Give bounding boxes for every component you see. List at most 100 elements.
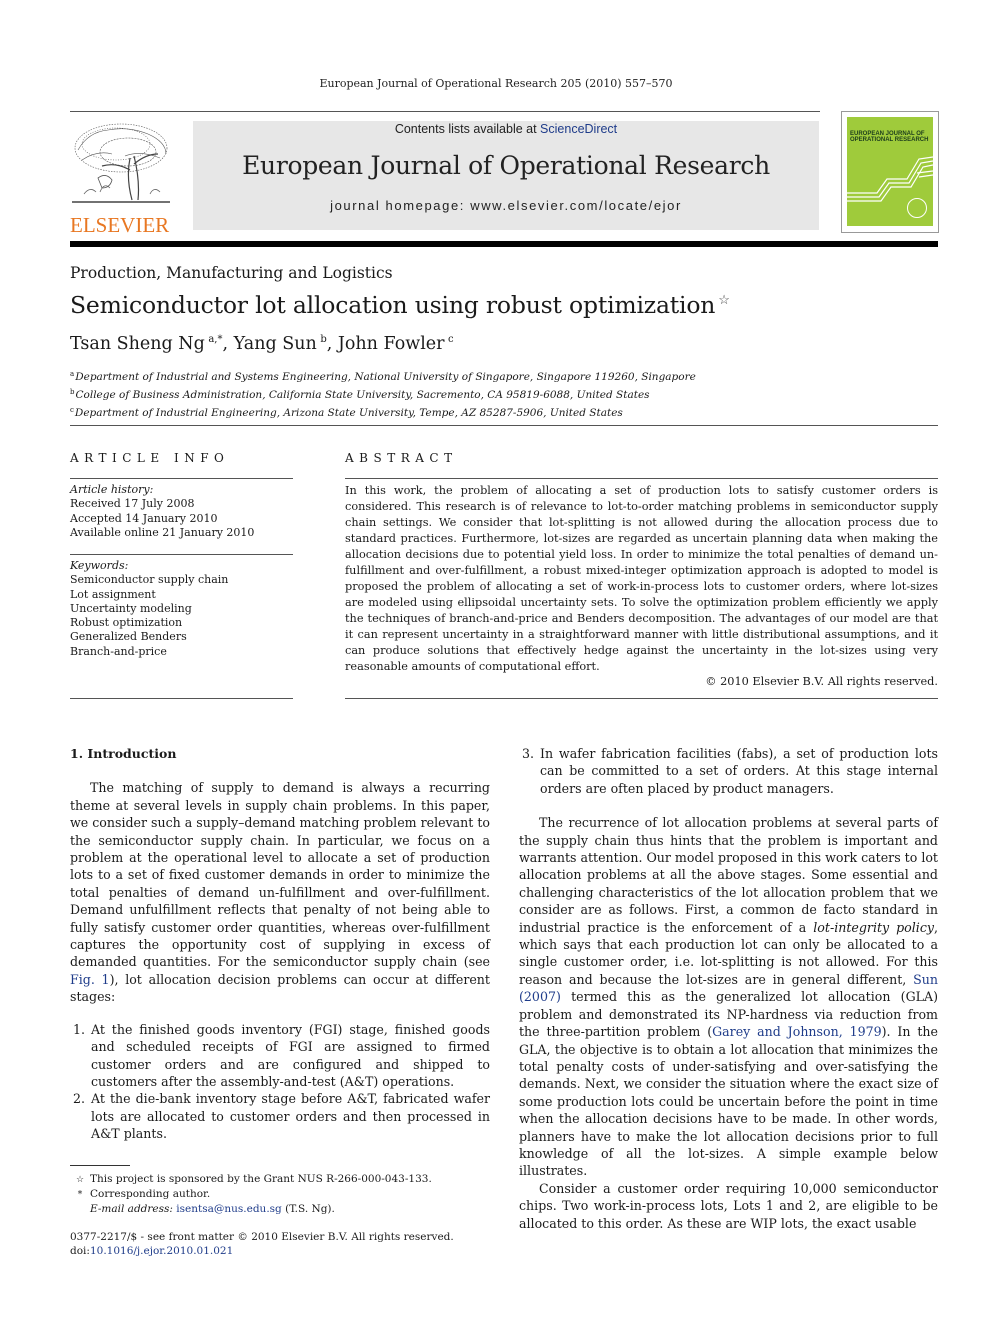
- divider: [70, 425, 938, 426]
- email-link[interactable]: isentsa@nus.edu.sg: [176, 1203, 282, 1215]
- divider: [345, 698, 938, 699]
- divider: [70, 478, 293, 479]
- email-label: E-mail address:: [90, 1203, 173, 1215]
- journal-masthead: Contents lists available at ScienceDirec…: [193, 121, 819, 230]
- doi-link[interactable]: 10.1016/j.ejor.2010.01.021: [90, 1245, 233, 1257]
- cover-art: EUROPEAN JOURNAL OF OPERATIONAL RESEARCH: [847, 117, 933, 226]
- footnote-text: Corresponding author.: [90, 1188, 211, 1200]
- contents-prefix: Contents lists available at: [394, 122, 541, 136]
- contents-line: Contents lists available at ScienceDirec…: [193, 121, 819, 136]
- keywords-label: Keywords:: [70, 559, 129, 572]
- elsevier-wordmark: ELSEVIER: [70, 213, 170, 237]
- footnotes: ☆ This project is sponsored by the Grant …: [70, 1172, 432, 1216]
- divider: [70, 698, 293, 699]
- author[interactable]: Tsan Sheng Ng a,*: [70, 334, 222, 354]
- footnote: * Corresponding author.: [70, 1187, 432, 1202]
- author-affil-mark: a,*: [208, 334, 223, 345]
- paragraph-text: The matching of supply to demand is alwa…: [70, 780, 490, 970]
- homepage-url[interactable]: www.elsevier.com/locate/ejor: [470, 198, 682, 213]
- article-history: Article history: Received 17 July 2008 A…: [70, 483, 254, 540]
- author-separator: ,: [326, 334, 338, 354]
- abstract-text: In this work, the problem of allocating …: [345, 484, 938, 673]
- list-number: 1.: [73, 1021, 86, 1037]
- journal-section: Production, Manufacturing and Logistics: [70, 264, 393, 282]
- journal-title: European Journal of Operational Research: [242, 151, 770, 180]
- author-separator: ,: [222, 334, 234, 354]
- keyword: Uncertainty modeling: [70, 601, 192, 615]
- footnote: ☆ This project is sponsored by the Grant …: [70, 1172, 432, 1187]
- emphasis: lot-integrity policy: [813, 919, 934, 935]
- keyword: Lot assignment: [70, 587, 156, 601]
- list-item: 3. In wafer fabrication facilities (fabs)…: [519, 745, 938, 797]
- euro-badge-icon: [907, 198, 927, 218]
- affiliation-mark: b: [70, 388, 75, 396]
- journal-homepage: journal homepage: www.elsevier.com/locat…: [193, 198, 819, 213]
- footnote-asterisk-icon: *: [77, 1190, 83, 1200]
- footnote-email: E-mail address: isentsa@nus.edu.sg (T.S.…: [70, 1202, 432, 1216]
- cover-title-line2: OPERATIONAL RESEARCH: [850, 137, 929, 143]
- author-name: John Fowler: [337, 334, 445, 354]
- affiliation-text: Department of Industrial Engineering, Ar…: [74, 407, 623, 419]
- paragraph-text: ). In the GLA, the objective is to obtai…: [519, 1024, 938, 1179]
- list-item: 2. At the die-bank inventory stage before…: [70, 1090, 490, 1142]
- author-name: Yang Sun: [233, 334, 317, 354]
- affiliation-text: College of Business Administration, Cali…: [75, 389, 650, 401]
- doi-label: doi:: [70, 1245, 90, 1257]
- abstract-heading: ABSTRACT: [345, 451, 458, 465]
- keyword: Robust optimization: [70, 616, 183, 630]
- affiliation: bCollege of Business Administration, Cal…: [70, 385, 696, 403]
- keyword: Branch-and-price: [70, 644, 167, 658]
- history-item: Accepted 14 January 2010: [70, 511, 218, 525]
- sciencedirect-link[interactable]: ScienceDirect: [540, 122, 617, 136]
- paragraph-text: ), lot allocation decision problems can …: [70, 971, 490, 1005]
- running-head: European Journal of Operational Research…: [319, 77, 673, 90]
- author-list: Tsan Sheng Ng a,*, Yang Sun b, John Fowl…: [70, 334, 454, 354]
- issn-line: 0377-2217/$ - see front matter © 2010 El…: [70, 1231, 454, 1243]
- article-title-text: Semiconductor lot allocation using robus…: [70, 291, 716, 319]
- footnote-text: This project is sponsored by the Grant N…: [90, 1173, 432, 1185]
- list-item-text: At the finished goods inventory (FGI) st…: [91, 1021, 490, 1089]
- section-heading: 1. Introduction: [70, 746, 177, 761]
- footnote-star-icon: ☆: [75, 1175, 85, 1185]
- history-label: Article history:: [70, 483, 154, 496]
- author-name: Tsan Sheng Ng: [70, 334, 205, 354]
- elsevier-tree-icon: [72, 123, 170, 203]
- article-info-heading: ARTICLE INFO: [70, 451, 230, 465]
- history-item: Available online 21 January 2010: [70, 525, 255, 539]
- header-top-rule: [70, 111, 820, 112]
- affiliation: cDepartment of Industrial Engineering, A…: [70, 403, 696, 421]
- paragraph: The recurrence of lot allocation problem…: [519, 814, 938, 1180]
- divider: [345, 478, 938, 479]
- stage-list: 1. At the finished goods inventory (FGI) …: [70, 1021, 490, 1143]
- keyword: Generalized Benders: [70, 630, 187, 644]
- paragraph: The matching of supply to demand is alwa…: [70, 779, 490, 1005]
- abstract-copyright: © 2010 Elsevier B.V. All rights reserved…: [705, 675, 938, 688]
- author[interactable]: John Fowler c: [338, 334, 454, 354]
- divider: [70, 554, 293, 555]
- list-item-text: In wafer fabrication facilities (fabs), …: [540, 746, 938, 796]
- list-number: 3.: [522, 746, 535, 761]
- cover-title: EUROPEAN JOURNAL OF OPERATIONAL RESEARCH: [850, 131, 928, 143]
- author[interactable]: Yang Sun b: [234, 334, 327, 354]
- title-footnote-star-icon[interactable]: ☆: [718, 293, 730, 308]
- email-suffix: (T.S. Ng).: [281, 1203, 335, 1215]
- doi-line: doi:10.1016/j.ejor.2010.01.021: [70, 1244, 454, 1258]
- issn-doi-block: 0377-2217/$ - see front matter © 2010 El…: [70, 1230, 454, 1258]
- figure-link[interactable]: Fig. 1: [70, 972, 110, 987]
- body-column-left: 1. Introduction The matching of supply t…: [70, 745, 490, 1143]
- footnote-rule: [70, 1165, 130, 1166]
- affiliation-text: Department of Industrial and Systems Eng…: [75, 371, 696, 383]
- article-title: Semiconductor lot allocation using robus…: [70, 291, 730, 319]
- citation-link[interactable]: Garey and Johnson, 1979: [712, 1024, 882, 1039]
- keyword: Semiconductor supply chain: [70, 573, 229, 587]
- journal-cover-thumbnail[interactable]: EUROPEAN JOURNAL OF OPERATIONAL RESEARCH: [841, 111, 939, 233]
- body-column-right: 3. In wafer fabrication facilities (fabs)…: [519, 745, 938, 1232]
- keywords: Keywords: Semiconductor supply chain Lot…: [70, 559, 228, 659]
- list-number: 2.: [73, 1091, 86, 1107]
- affiliation: aDepartment of Industrial and Systems En…: [70, 367, 696, 385]
- list-item: 1. At the finished goods inventory (FGI) …: [70, 1021, 490, 1091]
- affiliation-mark: c: [70, 406, 74, 414]
- header-bottom-rule: [70, 241, 938, 247]
- publisher-logo[interactable]: ELSEVIER: [70, 120, 172, 236]
